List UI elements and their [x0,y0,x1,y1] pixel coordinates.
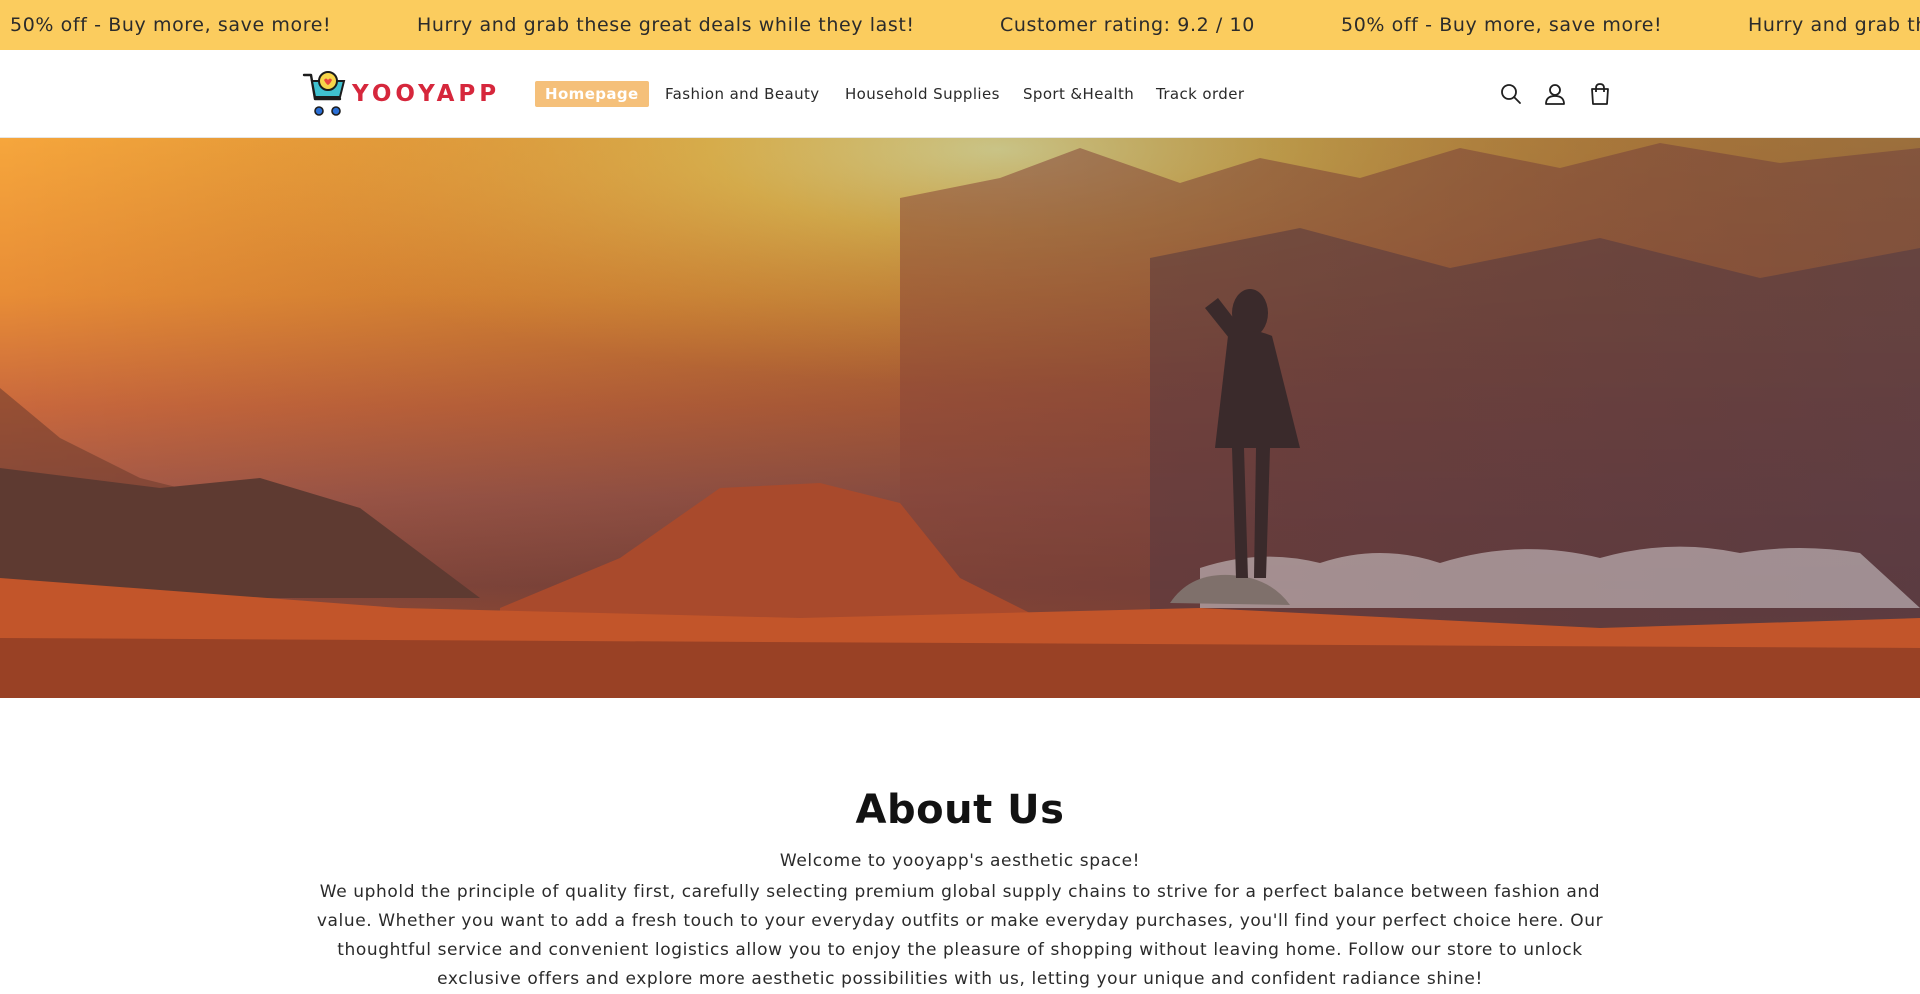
announcement-item: Customer rating: 9.2 / 10 [1000,14,1255,36]
account-icon[interactable] [1542,81,1568,107]
about-body-text: We uphold the principle of quality first… [316,882,1604,989]
nav-homepage[interactable]: Homepage [535,81,649,107]
nav-sport-health[interactable]: Sport &Health [1023,81,1134,107]
announcement-item: 50% off - Buy more, save more! [1341,14,1663,36]
logo-wordmark: YOOYAPP [352,81,501,107]
announcement-item: Hurry and grab these great deals while t… [417,14,915,36]
nav-track-order[interactable]: Track order [1156,81,1244,107]
announcement-item: Hurry and grab th [1748,14,1920,36]
nav-household-supplies[interactable]: Household Supplies [845,81,1000,107]
cart-icon[interactable] [1587,81,1613,107]
nav-fashion-and-beauty[interactable]: Fashion and Beauty [665,81,820,107]
cart-logo-icon [302,71,346,116]
search-icon[interactable] [1498,81,1524,107]
site-logo[interactable]: YOOYAPP [302,68,500,120]
announcement-item: 50% off - Buy more, save more! [10,14,332,36]
site-header: YOOYAPP Homepage Fashion and Beauty Hous… [0,50,1920,138]
about-title: About Us [855,787,1065,833]
about-welcome-text: Welcome to yooyapp's aesthetic space! [779,851,1141,871]
announcement-bar: 50% off - Buy more, save more! Hurry and… [0,0,1920,50]
hero-banner-image [0,138,1920,698]
